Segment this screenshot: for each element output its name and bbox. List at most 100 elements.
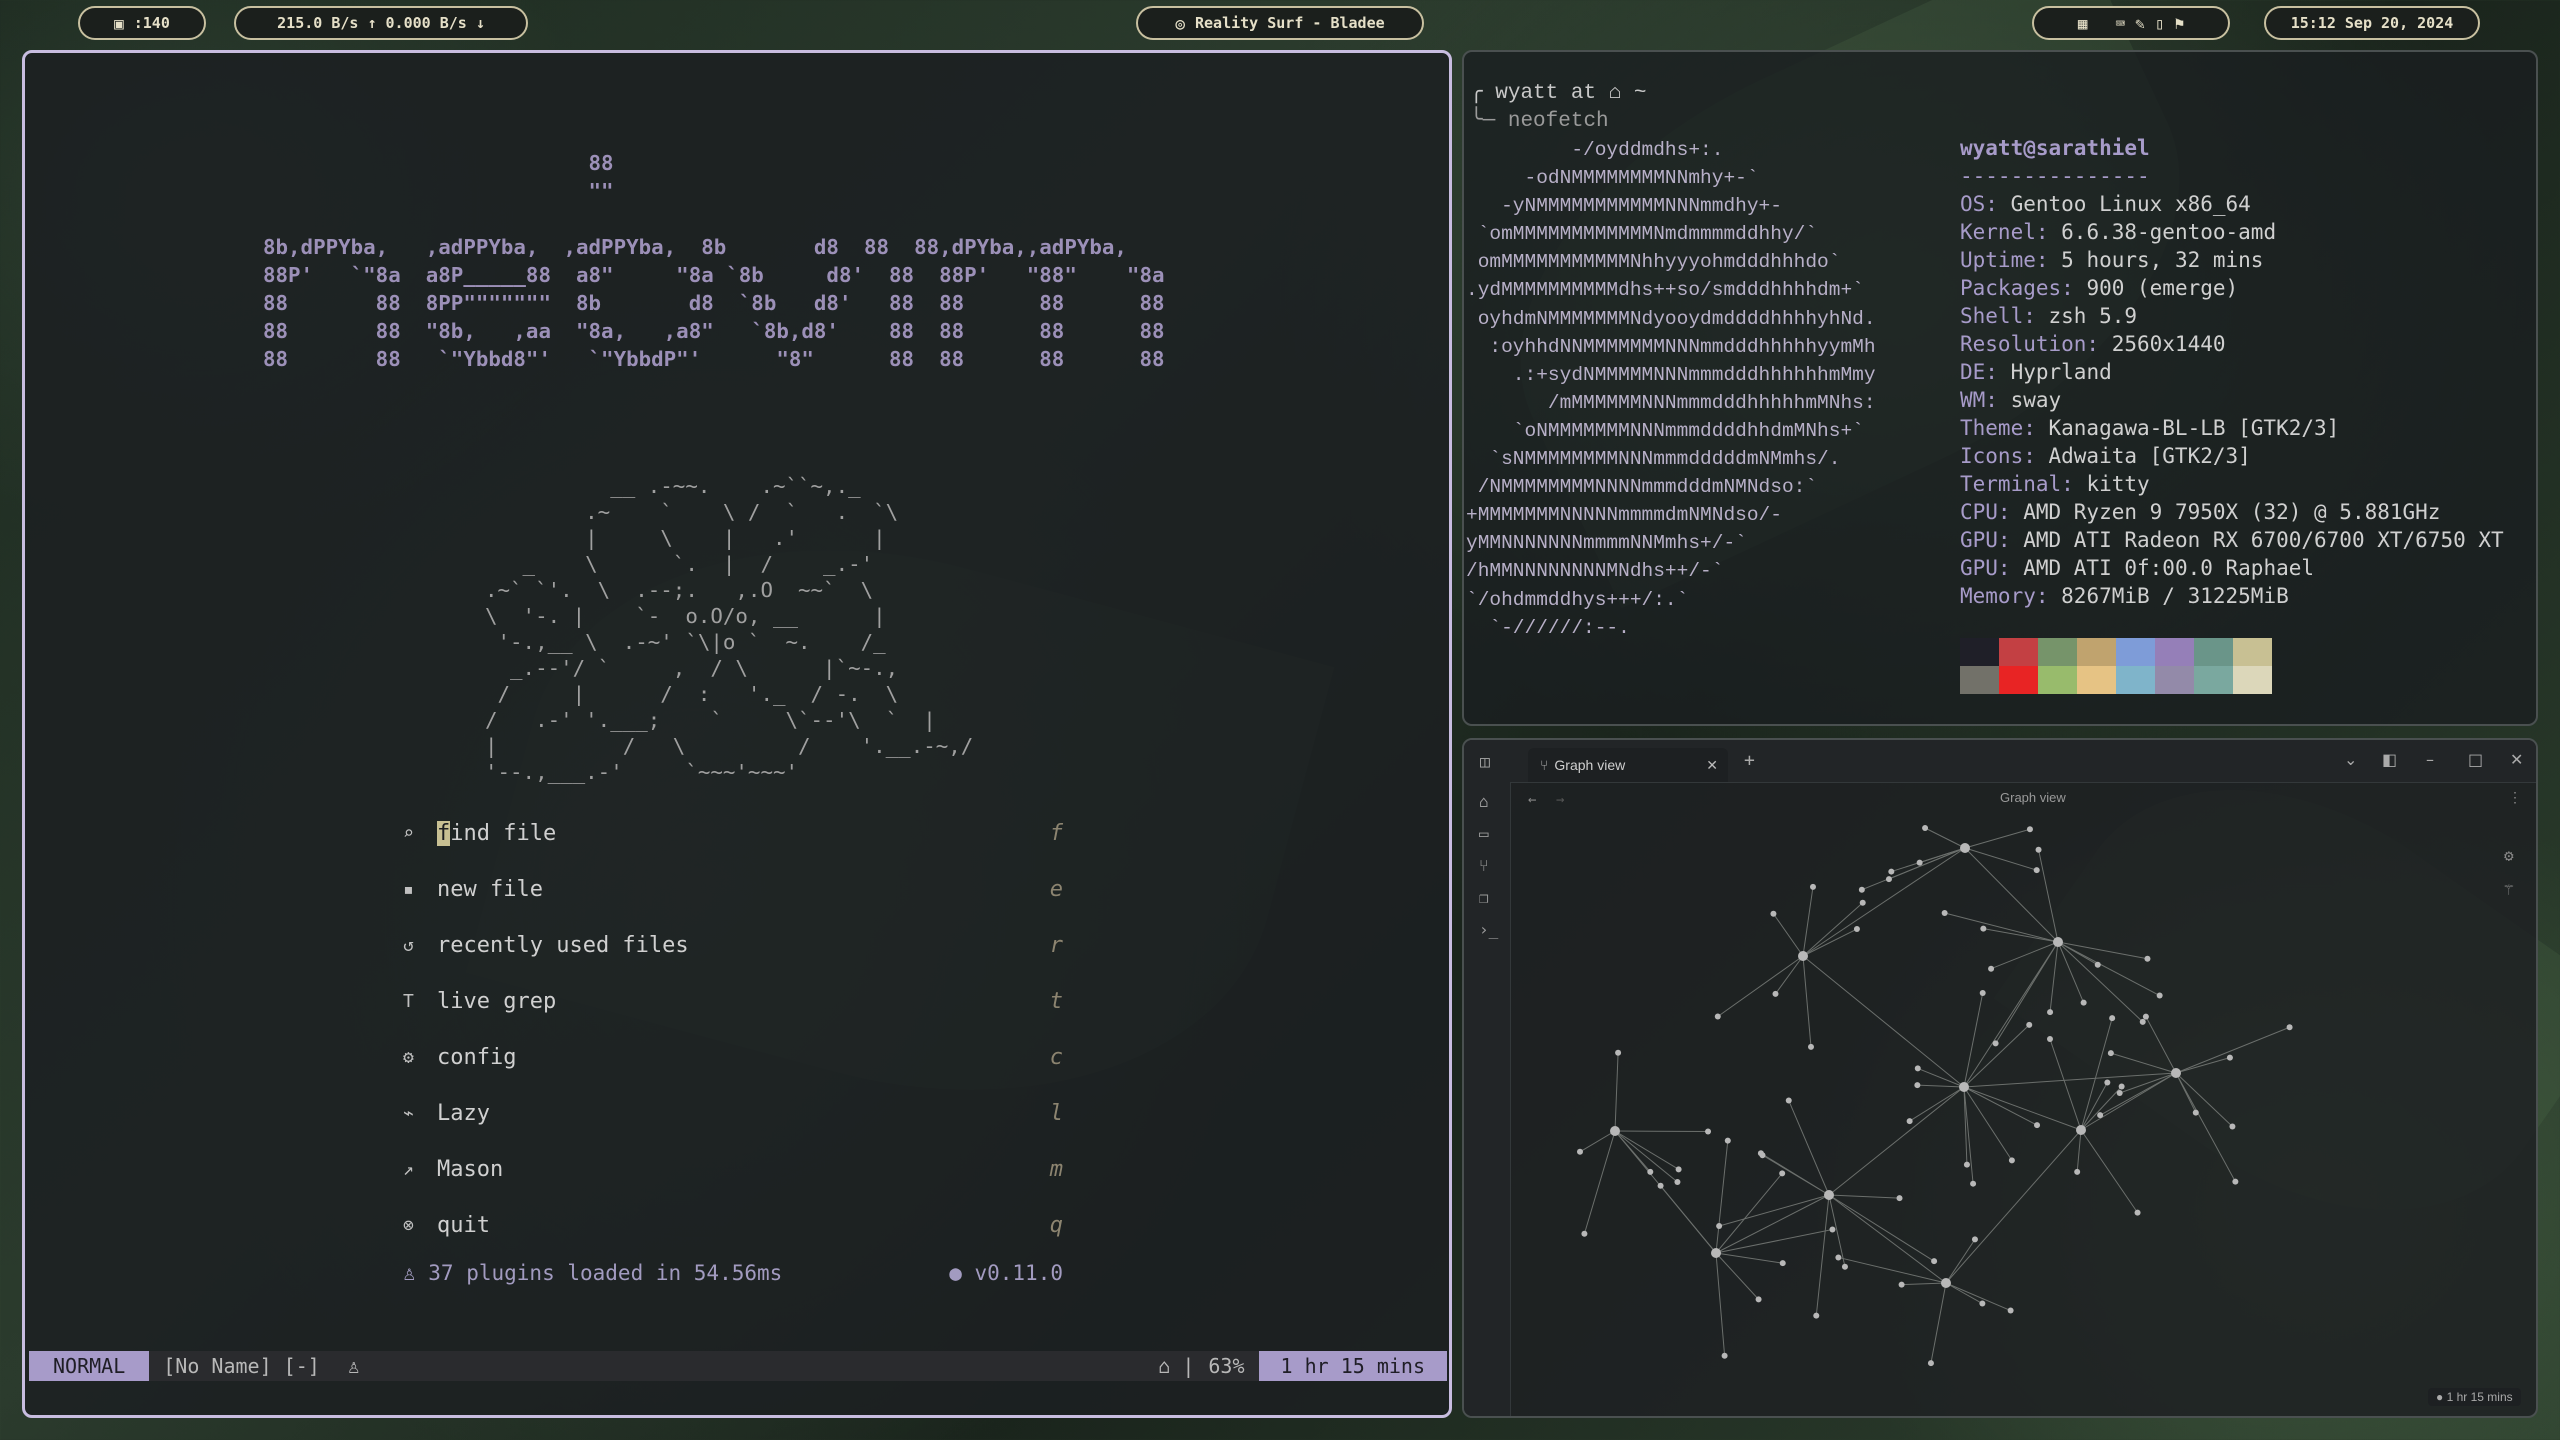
menu-item-find-file[interactable]: ⌕ find file f	[403, 813, 1063, 853]
graph-node[interactable]	[2097, 1112, 2104, 1119]
graph-node[interactable]	[1657, 1182, 1664, 1189]
chevron-down-icon[interactable]: ⌄	[2344, 750, 2357, 769]
graph-node[interactable]	[1772, 990, 1779, 997]
cpu-icon[interactable]: ▦	[2078, 14, 2088, 33]
graph-node[interactable]	[1888, 868, 1895, 875]
graph-node[interactable]	[1859, 899, 1866, 906]
more-options-icon[interactable]: ⋮	[2508, 790, 2522, 806]
graph-node[interactable]	[1779, 1170, 1786, 1177]
terminal-icon[interactable]: ›_	[1479, 920, 1498, 939]
graph-node[interactable]	[1576, 1148, 1583, 1155]
graph-node[interactable]	[1916, 859, 1923, 866]
graph-node[interactable]	[1711, 1248, 1721, 1258]
clock-widget[interactable]: 15:12 Sep 20, 2024	[2264, 6, 2480, 40]
media-player-widget[interactable]: ◎ Reality Surf - Bladee	[1136, 6, 1424, 40]
graph-node[interactable]	[1922, 825, 1929, 831]
graph-node[interactable]	[1807, 1043, 1814, 1050]
graph-node[interactable]	[2080, 999, 2087, 1006]
calendar-icon[interactable]: ▭	[1479, 824, 1489, 843]
menu-item-live-grep[interactable]: T live grep t	[403, 981, 1063, 1021]
knowledge-graph[interactable]	[1508, 808, 2508, 1408]
graph-node[interactable]	[1971, 1236, 1978, 1243]
graph-node[interactable]	[1927, 1360, 1934, 1367]
graph-node[interactable]	[2156, 992, 2163, 999]
graph-node[interactable]	[2134, 1209, 2141, 1216]
graph-node[interactable]	[2053, 937, 2063, 947]
graph-node[interactable]	[2035, 846, 2042, 853]
graph-node[interactable]	[1798, 951, 1808, 961]
graph-node[interactable]	[2047, 1009, 2054, 1016]
tray-widget[interactable]: ▦ ⌨ ✎ ▯ ⚑	[2032, 6, 2230, 40]
split-icon[interactable]: ◧	[2382, 750, 2397, 769]
menu-item-recent-files[interactable]: ↺ recently used files r	[403, 925, 1063, 965]
graph-node[interactable]	[1898, 1281, 1905, 1288]
graph-node[interactable]	[1941, 909, 1948, 916]
graph-node[interactable]	[1980, 925, 1987, 932]
graph-node[interactable]	[1716, 1222, 1723, 1229]
graph-node[interactable]	[1853, 926, 1860, 933]
graph-node[interactable]	[2007, 1307, 2014, 1314]
graph-node[interactable]	[1705, 1128, 1712, 1135]
graph-node[interactable]	[1914, 1082, 1921, 1089]
graph-node[interactable]	[2192, 1109, 2199, 1116]
graph-node[interactable]	[2104, 1079, 2111, 1086]
graph-node[interactable]	[1757, 1150, 1764, 1157]
graph-node[interactable]	[2076, 1125, 2086, 1135]
graph-node[interactable]	[1963, 1161, 1970, 1168]
graph-node[interactable]	[2226, 1054, 2233, 1061]
graph-node[interactable]	[1721, 1352, 1728, 1359]
menu-item-quit[interactable]: ⊗ quit q	[403, 1205, 1063, 1245]
tab-graph-view[interactable]: ⑂ Graph view ✕	[1528, 748, 1728, 782]
graph-node[interactable]	[1979, 989, 1986, 996]
graph-node[interactable]	[1714, 1013, 1721, 1020]
graph-node[interactable]	[2046, 1036, 2053, 1043]
neovim-window[interactable]: 88 "" 8b,dPPYba, ,adPPYba, ,adPPYba, 8b …	[22, 50, 1452, 1418]
graph-node[interactable]	[2144, 955, 2151, 962]
graph-node[interactable]	[2286, 1024, 2293, 1031]
graph-node[interactable]	[1809, 883, 1816, 890]
battery-icon[interactable]: ▯	[2155, 14, 2165, 33]
graph-node[interactable]	[2116, 1090, 2123, 1097]
graph-node[interactable]	[1770, 910, 1777, 917]
back-arrow-icon[interactable]: ←	[1528, 792, 1536, 808]
graph-node[interactable]	[1885, 876, 1892, 883]
graph-node[interactable]	[2229, 1123, 2236, 1130]
graph-node[interactable]	[2142, 1013, 2149, 1020]
graph-node[interactable]	[1647, 1168, 1654, 1175]
graph-node[interactable]	[1906, 1118, 1913, 1125]
graph-node[interactable]	[1979, 1300, 1986, 1307]
graph-node[interactable]	[1841, 1263, 1848, 1270]
graph-node[interactable]	[2033, 867, 2040, 874]
close-window-icon[interactable]: ✕	[2510, 750, 2523, 769]
graph-node[interactable]	[1960, 843, 1970, 853]
graph-node[interactable]	[1785, 1097, 1792, 1104]
flag-icon[interactable]: ⚑	[2174, 14, 2184, 33]
graph-node[interactable]	[1675, 1166, 1682, 1173]
graph-node[interactable]	[1858, 886, 1865, 893]
graph-node[interactable]	[1896, 1195, 1903, 1202]
graph-node[interactable]	[2107, 1050, 2114, 1057]
graph-node[interactable]	[1779, 1260, 1786, 1267]
graph-node[interactable]	[1610, 1126, 1620, 1136]
graph-node[interactable]	[1615, 1049, 1622, 1056]
graph-node[interactable]	[2171, 1068, 2181, 1078]
graph-node[interactable]	[1674, 1179, 1681, 1186]
menu-item-config[interactable]: ⚙ config c	[403, 1037, 1063, 1077]
forward-arrow-icon[interactable]: →	[1556, 792, 1564, 808]
new-tab-icon[interactable]: +	[1744, 750, 1755, 771]
graph-node[interactable]	[2139, 1018, 2146, 1025]
graph-icon[interactable]: ⑂	[1479, 856, 1489, 875]
graph-node[interactable]	[1829, 1226, 1836, 1233]
graph-node[interactable]	[2232, 1178, 2239, 1185]
maximize-icon[interactable]: □	[2468, 750, 2483, 769]
pen-icon[interactable]: ✎	[2135, 14, 2145, 33]
keyboard-icon[interactable]: ⌨	[2116, 14, 2126, 33]
graph-node[interactable]	[1824, 1190, 1834, 1200]
close-tab-icon[interactable]: ✕	[1706, 757, 1718, 774]
minimize-icon[interactable]: –	[2426, 750, 2434, 769]
graph-node[interactable]	[1931, 1258, 1938, 1265]
graph-node[interactable]	[1755, 1296, 1762, 1303]
graph-node[interactable]	[2074, 1168, 2081, 1175]
graph-node[interactable]	[1970, 1180, 1977, 1187]
menu-item-lazy[interactable]: ⌁ Lazy l	[403, 1093, 1063, 1133]
